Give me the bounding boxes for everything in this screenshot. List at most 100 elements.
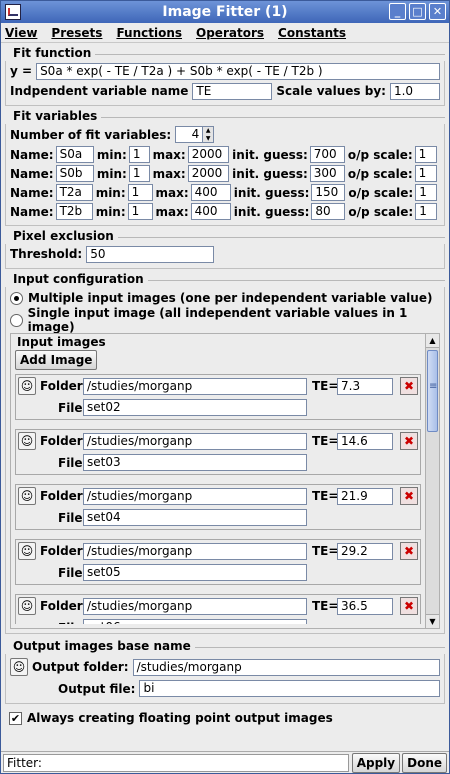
fit-var-max-input[interactable]: 2000	[187, 165, 230, 182]
menu-operators[interactable]: Operators	[196, 26, 264, 40]
fit-var-name-input[interactable]: T2a	[55, 184, 93, 201]
menu-functions[interactable]: Functions	[116, 26, 182, 40]
window-title: Image Fitter (1)	[162, 4, 288, 20]
image-folder-input[interactable]: /studies/morganp	[83, 433, 307, 450]
image-folder-input[interactable]: /studies/morganp	[83, 598, 307, 615]
image-folder-label: Folder:	[40, 599, 88, 613]
output-file-input[interactable]: bi	[139, 680, 440, 697]
fit-var-scale-label: o/p scale:	[347, 147, 413, 162]
fit-var-name-input[interactable]: S0b	[55, 165, 94, 182]
scroll-thumb[interactable]	[427, 350, 438, 432]
remove-image-icon[interactable]: ✖	[400, 487, 418, 505]
image-te-input[interactable]: 36.5	[337, 598, 393, 615]
remove-image-icon[interactable]: ✖	[400, 377, 418, 395]
fit-var-name-input[interactable]: S0a	[55, 146, 94, 163]
fit-var-min-label: min:	[95, 185, 126, 200]
close-button[interactable]: ✕	[429, 3, 446, 20]
image-te-label: TE=	[312, 434, 339, 448]
radio-single-image[interactable]: Single input image (all independent vari…	[6, 306, 444, 334]
image-file-input[interactable]: set05	[83, 564, 307, 581]
threshold-input[interactable]: 50	[86, 245, 215, 263]
fit-var-guess-input[interactable]: 300	[309, 165, 345, 182]
output-section: Output images base name ☺ Output folder:…	[5, 638, 445, 704]
fit-var-guess-input[interactable]: 700	[309, 146, 345, 163]
threshold-label: Threshold:	[10, 247, 83, 261]
image-te-input[interactable]: 21.9	[337, 488, 393, 505]
image-te-label: TE=	[312, 379, 339, 393]
fit-var-scale-input[interactable]: 1	[414, 146, 438, 163]
fit-var-name-input[interactable]: T2b	[55, 203, 93, 220]
image-folder-label: Folder:	[40, 544, 88, 558]
spinner-up-icon[interactable]: ▲	[203, 127, 213, 135]
fit-var-guess-input[interactable]: 80	[311, 203, 346, 220]
fit-var-guess-label: init. guess:	[232, 166, 308, 181]
fit-var-max-label: max:	[152, 147, 186, 162]
radio-single-indicator[interactable]	[10, 313, 23, 327]
title-bar[interactable]: Image Fitter (1) _ □ ✕	[1, 1, 449, 23]
fit-var-max-input[interactable]: 2000	[187, 146, 230, 163]
remove-image-icon[interactable]: ✖	[400, 597, 418, 615]
float-output-row[interactable]: ✔ Always creating floating point output …	[5, 708, 445, 728]
fit-var-scale-input[interactable]: 1	[415, 203, 438, 220]
fit-expression-input[interactable]: S0a * exp( - TE / T2a ) + S0b * exp( - T…	[36, 62, 440, 80]
maximize-button[interactable]: □	[409, 3, 426, 20]
input-images-panel: Input images Add Image ☺ Folder:/studies/…	[10, 333, 440, 629]
fit-variable-row: Name: S0b min: 1 max: 2000 init. guess: 300 o/p …	[10, 164, 440, 183]
image-folder-input[interactable]: /studies/morganp	[83, 543, 307, 560]
apply-button[interactable]: Apply	[351, 752, 401, 773]
radio-multiple-indicator[interactable]	[10, 291, 23, 305]
fit-var-min-input[interactable]: 1	[127, 184, 153, 201]
fit-variables-section: Fit variables Number of fit variables: 4…	[5, 108, 445, 226]
minimize-button[interactable]: _	[389, 3, 406, 20]
num-fit-vars-spinner[interactable]: 4 ▲ ▼	[175, 126, 215, 143]
scale-values-input[interactable]: 1.0	[389, 82, 440, 100]
fit-var-scale-label: o/p scale:	[347, 166, 413, 181]
scroll-up-icon[interactable]: ▲	[426, 334, 439, 348]
menu-constants[interactable]: Constants	[278, 26, 346, 40]
num-fit-vars-label: Number of fit variables:	[10, 127, 172, 142]
fit-var-guess-label: init. guess:	[233, 185, 310, 200]
add-image-button[interactable]: Add Image	[15, 350, 98, 370]
fit-var-max-label: max:	[155, 204, 189, 219]
fit-var-max-input[interactable]: 400	[190, 184, 231, 201]
fit-var-guess-label: init. guess:	[233, 204, 310, 219]
scroll-down-icon[interactable]: ▼	[426, 614, 439, 628]
image-te-input[interactable]: 29.2	[337, 543, 393, 560]
status-field: Fitter:	[3, 753, 349, 772]
menu-view[interactable]: View	[5, 26, 37, 40]
fit-var-max-input[interactable]: 400	[190, 203, 231, 220]
browse-folder-icon[interactable]: ☺	[18, 487, 36, 505]
input-images-title: Input images	[17, 335, 106, 349]
remove-image-icon[interactable]: ✖	[400, 542, 418, 560]
image-file-input[interactable]: set02	[83, 399, 307, 416]
image-file-input[interactable]: set03	[83, 454, 307, 471]
float-output-checkbox[interactable]: ✔	[9, 711, 22, 725]
spinner-down-icon[interactable]: ▼	[203, 135, 213, 143]
browse-folder-icon[interactable]: ☺	[18, 597, 36, 615]
image-folder-input[interactable]: /studies/morganp	[83, 488, 307, 505]
output-folder-icon[interactable]: ☺	[10, 658, 28, 676]
input-images-scrollbar[interactable]: ▲ ▼	[425, 334, 439, 628]
done-button[interactable]: Done	[402, 752, 447, 773]
output-folder-input[interactable]: /studies/morganp	[132, 658, 440, 676]
menu-presets[interactable]: Presets	[51, 26, 102, 40]
browse-folder-icon[interactable]: ☺	[18, 432, 36, 450]
fit-var-min-input[interactable]: 1	[128, 165, 150, 182]
image-file-input[interactable]: set04	[83, 509, 307, 526]
fit-var-scale-input[interactable]: 1	[414, 165, 438, 182]
fit-var-scale-input[interactable]: 1	[415, 184, 438, 201]
remove-image-icon[interactable]: ✖	[400, 432, 418, 450]
indep-var-input[interactable]: TE	[192, 82, 273, 100]
image-folder-input[interactable]: /studies/morganp	[83, 378, 307, 395]
image-te-input[interactable]: 7.3	[337, 378, 393, 395]
image-folder-label: Folder:	[40, 379, 88, 393]
image-te-input[interactable]: 14.6	[337, 433, 393, 450]
image-file-input[interactable]: set06	[83, 619, 307, 624]
input-config-section: Input configuration Multiple input image…	[5, 271, 445, 634]
fit-var-guess-input[interactable]: 150	[311, 184, 346, 201]
output-folder-label: Output folder:	[32, 660, 129, 674]
browse-folder-icon[interactable]: ☺	[18, 542, 36, 560]
browse-folder-icon[interactable]: ☺	[18, 377, 36, 395]
fit-var-min-input[interactable]: 1	[127, 203, 153, 220]
fit-var-min-input[interactable]: 1	[128, 146, 150, 163]
